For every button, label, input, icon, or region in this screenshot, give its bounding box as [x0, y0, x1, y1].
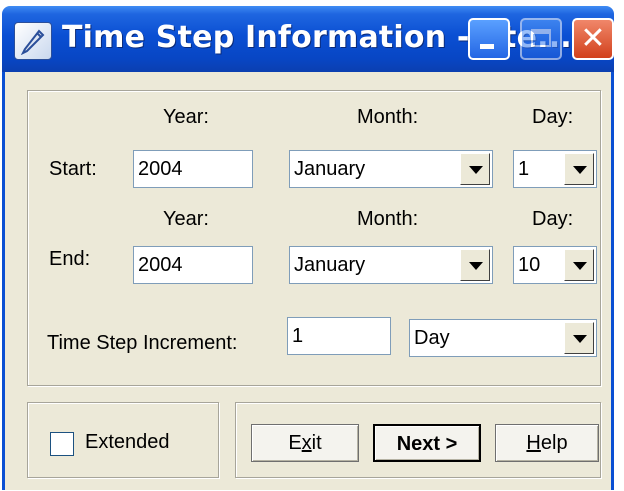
help-label-b: elp — [540, 432, 568, 454]
start-day-select[interactable]: 1 — [513, 150, 597, 188]
exit-label-a: E — [288, 432, 302, 454]
chevron-down-icon[interactable] — [564, 322, 594, 354]
pencil-icon — [14, 22, 52, 60]
increment-label: Time Step Increment: — [47, 332, 238, 354]
end-day-value: 10 — [518, 254, 541, 276]
end-month-header: Month: — [357, 208, 419, 230]
end-day-header: Day: — [532, 208, 574, 230]
next-button[interactable]: Next > — [373, 424, 481, 462]
exit-label-c: it — [311, 432, 322, 454]
start-year-input[interactable]: 2004 — [133, 150, 253, 188]
end-month-value: January — [294, 254, 366, 276]
dialog-body: Year: Month: Day: Start: 2004 January 1 … — [2, 72, 614, 490]
exit-label-b: x — [301, 432, 312, 454]
end-year-header: Year: — [163, 208, 209, 230]
start-day-header: Day: — [532, 106, 574, 128]
end-label: End: — [49, 248, 91, 270]
end-day-select[interactable]: 10 — [513, 246, 597, 284]
start-month-select[interactable]: January — [289, 150, 493, 188]
title-bar[interactable]: Time Step Information - Ste... ✕ — [2, 6, 614, 72]
extended-label[interactable]: Extended — [85, 431, 170, 454]
minimize-button[interactable] — [468, 18, 510, 60]
chevron-down-icon[interactable] — [564, 249, 594, 281]
time-step-dialog: Time Step Information - Ste... ✕ Year: M… — [0, 0, 624, 491]
maximize-button[interactable] — [520, 18, 562, 60]
close-button[interactable]: ✕ — [572, 18, 614, 60]
end-year-input[interactable]: 2004 — [133, 246, 253, 284]
start-month-value: January — [294, 158, 366, 180]
increment-unit-value: Day — [414, 327, 450, 349]
increment-value-input[interactable]: 1 — [287, 317, 391, 355]
start-label: Start: — [49, 158, 97, 180]
end-month-select[interactable]: January — [289, 246, 493, 284]
chevron-down-icon[interactable] — [460, 249, 490, 281]
chevron-down-icon[interactable] — [460, 153, 490, 185]
minimize-icon — [480, 44, 494, 49]
exit-button[interactable]: Exit — [251, 424, 359, 462]
maximize-icon — [531, 29, 551, 47]
start-day-value: 1 — [518, 158, 530, 180]
extended-checkbox[interactable] — [50, 432, 74, 456]
close-icon: ✕ — [580, 21, 606, 56]
start-year-header: Year: — [163, 106, 209, 128]
start-month-header: Month: — [357, 106, 419, 128]
chevron-down-icon[interactable] — [564, 153, 594, 185]
increment-unit-select[interactable]: Day — [409, 319, 597, 357]
help-button[interactable]: Help — [495, 424, 599, 462]
help-label-a: H — [526, 432, 541, 454]
